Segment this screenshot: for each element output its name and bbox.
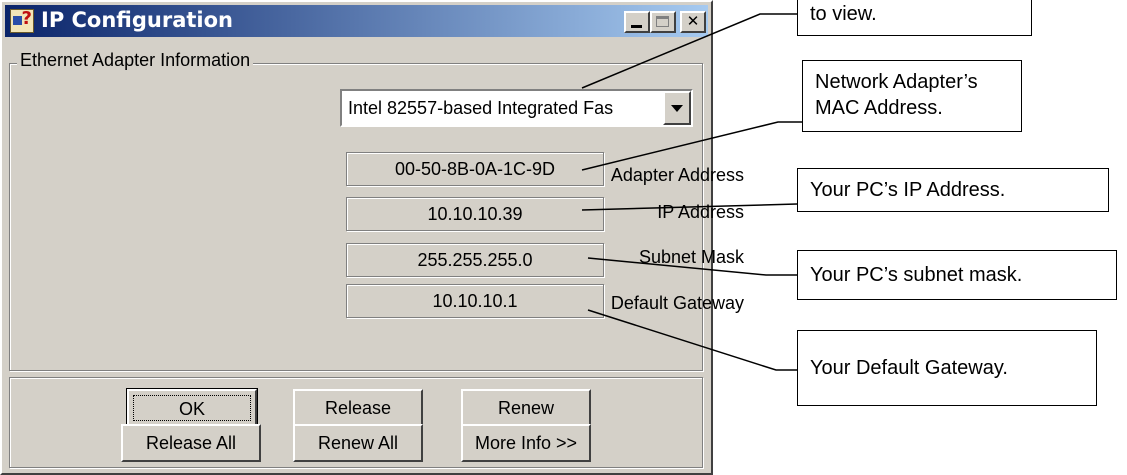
callout-top: to view. xyxy=(797,0,1032,36)
callout-leader-ip xyxy=(581,203,798,211)
callout-subnet-text: Your PC’s subnet mask. xyxy=(810,264,1023,286)
callout-subnet-mask: Your PC’s subnet mask. xyxy=(797,250,1117,300)
callout-default-gateway: Your Default Gateway. xyxy=(797,330,1097,406)
callout-mac-text: Network Adapter’s MAC Address. xyxy=(815,71,978,119)
callout-gateway-text: Your Default Gateway. xyxy=(810,357,1008,379)
callout-top-text: to view. xyxy=(810,3,877,25)
callout-ip-address: Your PC’s IP Address. xyxy=(797,168,1109,212)
callout-leader-subnet xyxy=(587,257,797,276)
callout-leader-mac xyxy=(581,121,802,171)
callout-ip-text: Your PC’s IP Address. xyxy=(810,179,1006,201)
callout-mac-address: Network Adapter’s MAC Address. xyxy=(802,60,1022,132)
callout-leader-gateway xyxy=(587,309,797,371)
callout-leader-top xyxy=(581,13,797,89)
